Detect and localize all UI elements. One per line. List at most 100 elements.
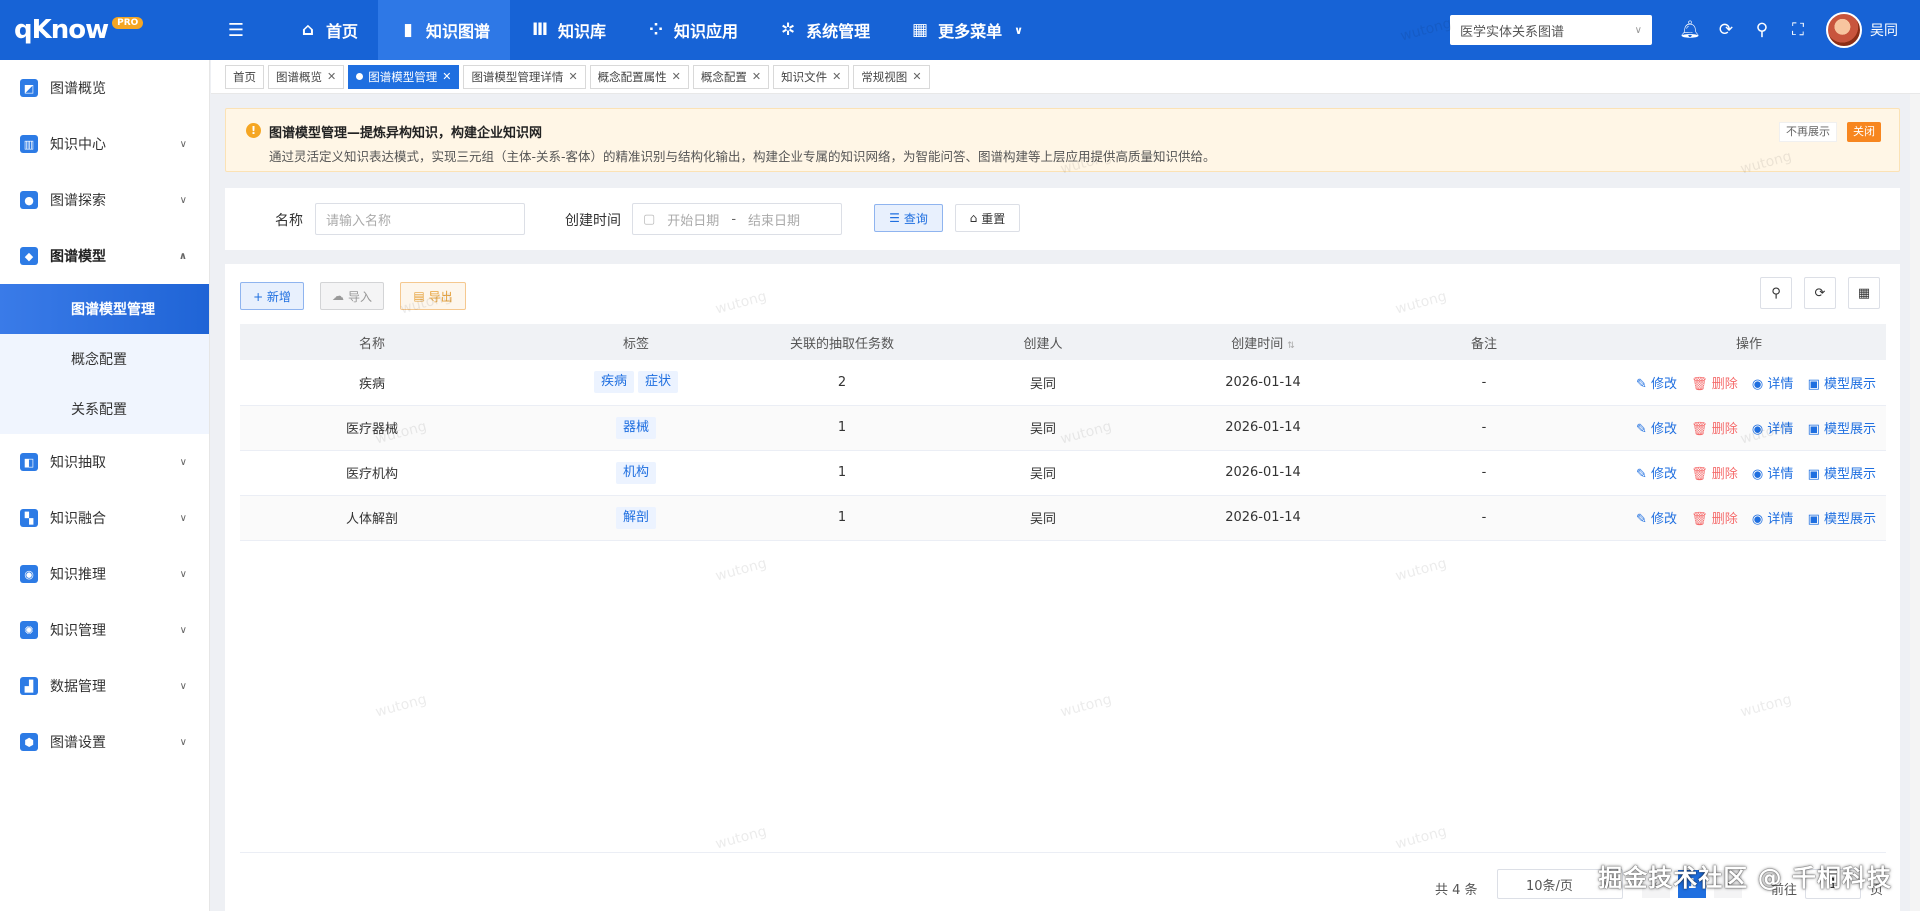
search-icon[interactable]: ⚲ [1744,20,1780,40]
table-row: 医疗机构 机构 1 吴同 2026-01-14 - ✎ 修改 🗑︎ 删除 ◉ 详… [240,450,1886,496]
search-panel: 名称 请输入名称 创建时间 ▢ 开始日期 - 结束日期 ☰ 查询 ⌂ 重置 [225,188,1900,250]
sidebar-subitem-concept-config[interactable]: 概念配置 [0,334,209,384]
sidebar-item-reasoning[interactable]: ◉ 知识推理 ∨ [0,546,209,602]
sidebar-item-overview[interactable]: ◩ 图谱概览 [0,60,209,116]
edit-button[interactable]: ✎ 修改 [1636,422,1677,437]
sidebar-subitem-model-manage[interactable]: 图谱模型管理 [0,284,209,334]
nav-knowledge-graph[interactable]: ▮ 知识图谱 [378,0,511,60]
close-icon[interactable]: ✕ [672,70,681,83]
tab-regular-view[interactable]: 常规视图 ✕ [853,64,930,89]
sidebar-item-data[interactable]: ▟ 数据管理 ∨ [0,658,209,714]
cell-creator: 吴同 [916,450,1170,496]
model-show-button[interactable]: ▣ 模型展示 [1808,512,1876,527]
scrollbar[interactable] [1910,94,1920,911]
close-icon[interactable]: ✕ [752,70,761,83]
reset-button[interactable]: ⌂ 重置 [955,204,1020,232]
close-icon[interactable]: ✕ [912,70,921,83]
nav-system-admin[interactable]: ✲ 系统管理 [758,0,890,60]
chevron-down-icon: ∨ [179,194,187,206]
close-icon[interactable]: ✕ [568,70,577,83]
cell-created-time: 2026-01-14 [1170,495,1356,541]
bell-icon[interactable]: 🔔︎ [1672,20,1708,40]
sidebar-item-manage[interactable]: ✺ 知识管理 ∨ [0,602,209,658]
start-date-placeholder: 开始日期 [667,213,720,229]
cell-actions: ✎ 修改 🗑︎ 删除 ◉ 详情 ▣ 模型展示 [1612,360,1886,406]
close-icon[interactable]: ✕ [832,70,841,83]
detail-button[interactable]: ◉ 详情 [1752,422,1794,437]
tab-label: 图谱概览 [276,69,322,84]
import-button[interactable]: ☁ 导入 [320,282,384,310]
name-input[interactable]: 请输入名称 [315,203,525,235]
delete-button[interactable]: 🗑︎ 删除 [1691,422,1738,437]
fullscreen-icon[interactable]: ⛶ [1780,20,1816,40]
cube-icon: ◆ [20,247,38,265]
sidebar-item-merge[interactable]: ▚ 知识融合 ∨ [0,490,209,546]
nav-label: 知识库 [558,22,607,41]
refresh-icon[interactable]: ⟳ [1708,20,1744,40]
graph-select[interactable]: 医学实体关系图谱 ∨ [1450,15,1652,45]
top-right-tools: 医学实体关系图谱 ∨ 🔔︎ ⟳ ⚲ ⛶ 吴同 [1450,0,1920,60]
tab-label: 概念配置 [700,69,747,84]
warning-icon: ! [246,123,261,138]
tabs-bar: 首页 图谱概览 ✕ 图谱模型管理 ✕ 图谱模型管理详情 ✕ 概念配置属性 ✕ 概念配置 ✕… [211,60,1920,94]
column-settings-icon[interactable]: ▦ [1848,277,1880,309]
tab-concept-config[interactable]: 概念配置 ✕ [692,64,770,89]
model-show-button[interactable]: ▣ 模型展示 [1808,377,1876,392]
sidebar-subitem-relation-config[interactable]: 关系配置 [0,384,209,434]
tab-overview[interactable]: 图谱概览 ✕ [268,64,345,89]
sidebar-item-explore[interactable]: ● 图谱探索 ∨ [0,172,209,228]
tab-model-detail[interactable]: 图谱模型管理详情 ✕ [463,64,586,89]
delete-button[interactable]: 🗑︎ 删除 [1691,467,1738,482]
tab-knowledge-file[interactable]: 知识文件 ✕ [773,64,850,89]
edit-button[interactable]: ✎ 修改 [1636,467,1677,482]
delete-button[interactable]: 🗑︎ 删除 [1691,512,1738,527]
date-range-picker[interactable]: ▢ 开始日期 - 结束日期 [632,203,842,235]
sidebar-item-knowledge-center[interactable]: ▥ 知识中心 ∨ [0,116,209,172]
model-show-button[interactable]: ▣ 模型展示 [1808,467,1876,482]
table-refresh-icon[interactable]: ⟳ [1804,277,1836,309]
created-time-label: 创建时间 [565,213,621,229]
tag: 机构 [615,461,656,484]
tab-concept-attr[interactable]: 概念配置属性 ✕ [589,64,689,89]
query-button[interactable]: ☰ 查询 [874,204,943,232]
nav-label: 系统管理 [806,22,871,41]
detail-button[interactable]: ◉ 详情 [1752,377,1794,392]
chart-icon: ▟ [20,677,38,695]
avatar[interactable] [1826,12,1862,48]
cell-name: 人体解剖 [240,495,504,541]
cell-note: - [1356,450,1612,496]
nav-knowledge-base[interactable]: Ⅲ 知识库 [510,0,626,60]
detail-button[interactable]: ◉ 详情 [1752,512,1794,527]
nav-more-menu[interactable]: ▦ 更多菜单 ∨ [890,0,1043,60]
col-note: 备注 [1356,324,1612,360]
detail-button[interactable]: ◉ 详情 [1752,467,1794,482]
user-name[interactable]: 吴同 [1870,20,1898,40]
sidebar-item-settings[interactable]: ⬢ 图谱设置 ∨ [0,714,209,770]
tab-home[interactable]: 首页 [225,64,264,89]
cell-creator: 吴同 [916,360,1170,406]
menu-toggle-icon[interactable]: ☰ [224,0,248,60]
tab-model-manage[interactable]: 图谱模型管理 ✕ [348,64,460,89]
nav-knowledge-app[interactable]: ⁘ 知识应用 [626,0,758,60]
edit-button[interactable]: ✎ 修改 [1636,377,1677,392]
model-show-label: 模型展示 [1823,512,1876,527]
sidebar-item-extract[interactable]: ◧ 知识抽取 ∨ [0,434,209,490]
edit-button[interactable]: ✎ 修改 [1636,512,1677,527]
model-show-button[interactable]: ▣ 模型展示 [1808,422,1876,437]
close-icon[interactable]: ✕ [442,70,451,83]
add-button[interactable]: + 新增 [240,282,304,310]
app-logo[interactable]: qKnow PRO [0,0,210,60]
delete-button[interactable]: 🗑︎ 删除 [1691,377,1738,392]
export-button[interactable]: ▤ 导出 [400,282,466,310]
close-icon[interactable]: ✕ [327,70,336,83]
name-label: 名称 [275,213,303,229]
sidebar-item-graph-model[interactable]: ◆ 图谱模型 ∧ [0,228,209,284]
sort-icon[interactable]: ⇅ [1287,341,1295,351]
cell-task-count: 1 [768,450,916,496]
nav-home[interactable]: ⌂ 首页 [278,0,378,60]
table-search-icon[interactable]: ⚲ [1760,277,1792,309]
col-created-time[interactable]: 创建时间 ⇅ [1170,324,1356,360]
close-notice-button[interactable]: 关闭 [1847,122,1881,142]
sidebar-item-label: 图谱模型 [50,249,106,265]
dont-show-button[interactable]: 不再展示 [1779,122,1837,142]
